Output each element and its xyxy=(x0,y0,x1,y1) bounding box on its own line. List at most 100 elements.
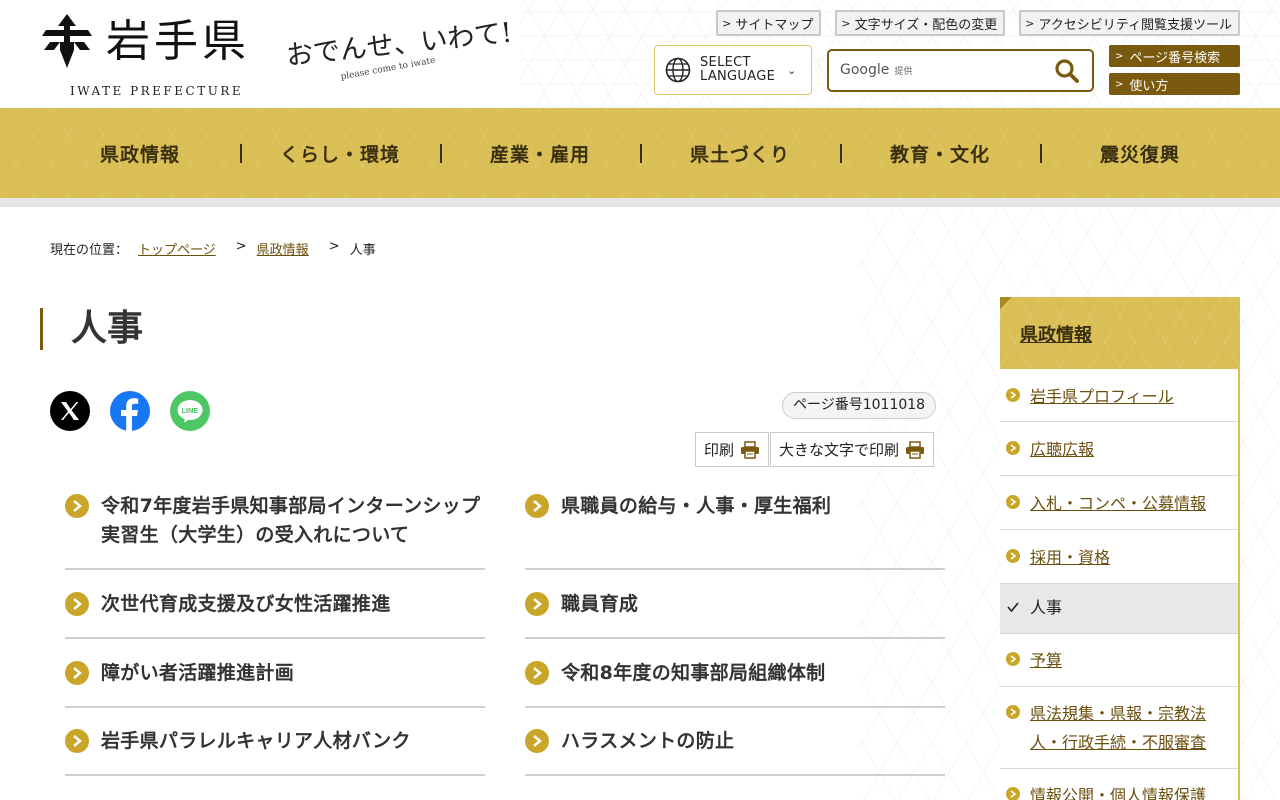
list-item[interactable]: 令和8年度の知事部局組織体制 xyxy=(525,659,945,708)
breadcrumb: 現在の位置： トップページ > 県政情報 > 人事 xyxy=(50,239,376,258)
accessibility-tool-label: アクセシビリティ閲覧支援ツール xyxy=(1038,17,1232,33)
search-provider-suffix: 提供 xyxy=(894,67,913,77)
print-label: 印刷 xyxy=(704,441,735,459)
chevron-right-circle-icon xyxy=(65,729,89,753)
font-size-color-link[interactable]: > 文字サイズ・配色の変更 xyxy=(835,10,1006,36)
sidebar-item-personnel[interactable]: 人事 xyxy=(1000,584,1238,634)
logo-name: 岩手県 xyxy=(106,16,250,67)
search-icon[interactable] xyxy=(1054,58,1080,84)
line-logo-icon: LINE xyxy=(177,400,203,423)
chevron-right-icon: > xyxy=(1115,78,1124,90)
list-item[interactable]: ハラスメントの防止 xyxy=(525,727,945,776)
breadcrumb-separator: > xyxy=(235,239,247,254)
search-provider-name: Google xyxy=(840,62,890,78)
chevron-right-circle-icon xyxy=(1006,388,1020,402)
page-number-badge: ページ番号1011018 xyxy=(782,392,937,419)
logo-english: IWATE PREFECTURE xyxy=(70,84,244,98)
line-share-button[interactable]: LINE xyxy=(170,391,210,431)
nav-item-education-culture[interactable]: 教育・文化 xyxy=(840,108,1040,198)
site-header: 岩手県 IWATE PREFECTURE おでんせ、いわて! please co… xyxy=(0,0,1280,108)
select-language-dropdown[interactable]: SELECT LANGUAGE ⌄ xyxy=(654,45,812,95)
sidebar-item-label: 広聴広報 xyxy=(1030,440,1095,459)
sidebar-item-profile[interactable]: 岩手県プロフィール xyxy=(1000,382,1238,422)
print-button[interactable]: 印刷 xyxy=(695,432,770,467)
utility-links: > サイトマップ > 文字サイズ・配色の変更 > アクセシビリティ閲覧支援ツール xyxy=(716,10,1240,36)
accessibility-tool-link[interactable]: > アクセシビリティ閲覧支援ツール xyxy=(1019,10,1240,36)
printer-icon xyxy=(906,440,925,459)
list-item[interactable]: 障がい者活躍推進計画 xyxy=(65,659,485,708)
chevron-right-circle-icon xyxy=(525,494,549,518)
font-size-color-label: 文字サイズ・配色の変更 xyxy=(854,17,998,33)
list-item-link[interactable]: 令和8年度の知事部局組織体制 xyxy=(561,659,941,688)
x-share-button[interactable] xyxy=(50,391,90,431)
sitemap-label: サイトマップ xyxy=(735,17,814,33)
chevron-right-circle-icon xyxy=(1006,787,1020,800)
list-item[interactable]: 県職員の給与・人事・厚生福利 xyxy=(525,492,945,570)
sidebar-item-label: 情報公開・個人情報保護 xyxy=(1030,786,1207,800)
x-logo-icon xyxy=(61,402,79,420)
page-number-search-button[interactable]: > ページ番号検索 xyxy=(1109,45,1240,67)
breadcrumb-top-page[interactable]: トップページ xyxy=(138,239,216,258)
sidebar-item-label: 人事 xyxy=(1030,598,1063,617)
chevron-right-circle-icon xyxy=(1006,549,1020,563)
sidebar-item-laws[interactable]: 県法規集・県報・宗教法人・行政手続・不服審査 xyxy=(1000,699,1238,769)
nav-item-land-development[interactable]: 県土づくり xyxy=(640,108,840,198)
printer-icon xyxy=(741,440,760,459)
chevron-right-icon: > xyxy=(1025,16,1035,30)
page-number-search-label: ページ番号検索 xyxy=(1129,50,1221,66)
globe-icon xyxy=(665,57,691,83)
sidebar-heading-corner xyxy=(1000,297,1012,309)
breadcrumb-prefectural-info[interactable]: 県政情報 xyxy=(257,239,309,258)
chevron-right-circle-icon xyxy=(525,729,549,753)
sidebar-heading-link[interactable]: 県政情報 xyxy=(1020,321,1092,347)
chevron-right-circle-icon xyxy=(1006,705,1020,719)
chevron-right-circle-icon xyxy=(1006,652,1020,666)
select-language-line2: LANGUAGE xyxy=(700,69,776,84)
facebook-share-button[interactable] xyxy=(110,391,150,431)
list-item[interactable]: 職員育成 xyxy=(525,590,945,639)
nav-item-disaster-recovery[interactable]: 震災復興 xyxy=(1040,108,1240,198)
prefecture-emblem-icon xyxy=(42,14,92,68)
list-item-link[interactable]: ハラスメントの防止 xyxy=(561,727,941,756)
chevron-right-circle-icon xyxy=(1006,441,1020,455)
sidebar-item-budget[interactable]: 予算 xyxy=(1000,646,1238,687)
chevron-right-circle-icon xyxy=(1006,495,1020,509)
chevron-right-circle-icon xyxy=(65,592,89,616)
chevron-right-circle-icon xyxy=(65,494,89,518)
list-item-link[interactable]: 県職員の給与・人事・厚生福利 xyxy=(561,492,941,521)
breadcrumb-current: 人事 xyxy=(349,243,376,258)
sidebar-item-recruitment[interactable]: 採用・資格 xyxy=(1000,543,1238,584)
breadcrumb-label: 現在の位置： xyxy=(50,243,129,258)
sidebar-item-information-disclosure[interactable]: 情報公開・個人情報保護 xyxy=(1000,781,1238,800)
chevron-right-icon: > xyxy=(1115,50,1124,62)
site-logo[interactable]: 岩手県 IWATE PREFECTURE xyxy=(40,12,270,102)
nav-item-industry-employment[interactable]: 産業・雇用 xyxy=(440,108,640,198)
nav-item-prefectural-info[interactable]: 県政情報 xyxy=(40,108,240,198)
list-item[interactable]: 次世代育成支援及び女性活躍推進 xyxy=(65,590,485,639)
nav-item-living-environment[interactable]: くらし・環境 xyxy=(240,108,440,198)
sidebar-item-label: 県法規集・県報・宗教法人・行政手続・不服審査 xyxy=(1030,704,1207,752)
svg-text:LINE: LINE xyxy=(181,406,198,415)
sidebar-item-bidding[interactable]: 入札・コンペ・公募情報 xyxy=(1000,489,1238,530)
list-item-link[interactable]: 岩手県パラレルキャリア人材バンク xyxy=(101,727,481,756)
catchphrase: おでんせ、いわて! please come to iwate xyxy=(285,12,526,92)
list-item-link[interactable]: 職員育成 xyxy=(561,590,941,619)
select-language-label: SELECT LANGUAGE xyxy=(700,56,775,84)
sidebar-item-label: 岩手県プロフィール xyxy=(1030,387,1174,406)
page-title: 人事 xyxy=(40,308,143,350)
list-item-link[interactable]: 次世代育成支援及び女性活躍推進 xyxy=(101,590,481,619)
list-item-link[interactable]: 令和7年度岩手県知事部局インターンシップ実習生（大学生）の受入れについて xyxy=(101,492,481,550)
facebook-logo-icon xyxy=(121,398,139,431)
chevron-right-icon: > xyxy=(722,16,732,30)
list-item-link[interactable]: 障がい者活躍推進計画 xyxy=(101,659,481,688)
sidebar-item-label: 予算 xyxy=(1030,651,1063,670)
list-item[interactable]: 令和7年度岩手県知事部局インターンシップ実習生（大学生）の受入れについて xyxy=(65,492,485,570)
how-to-use-button[interactable]: > 使い方 xyxy=(1109,73,1240,95)
sitemap-link[interactable]: > サイトマップ xyxy=(716,10,822,36)
breadcrumb-separator: > xyxy=(328,239,340,254)
print-large-text-button[interactable]: 大きな文字で印刷 xyxy=(770,432,935,467)
site-search-box[interactable]: Google 提供 xyxy=(827,49,1094,92)
sidebar-item-label: 入札・コンペ・公募情報 xyxy=(1030,494,1207,513)
list-item[interactable]: 岩手県パラレルキャリア人材バンク xyxy=(65,727,485,776)
sidebar-item-public-relations[interactable]: 広聴広報 xyxy=(1000,435,1238,476)
